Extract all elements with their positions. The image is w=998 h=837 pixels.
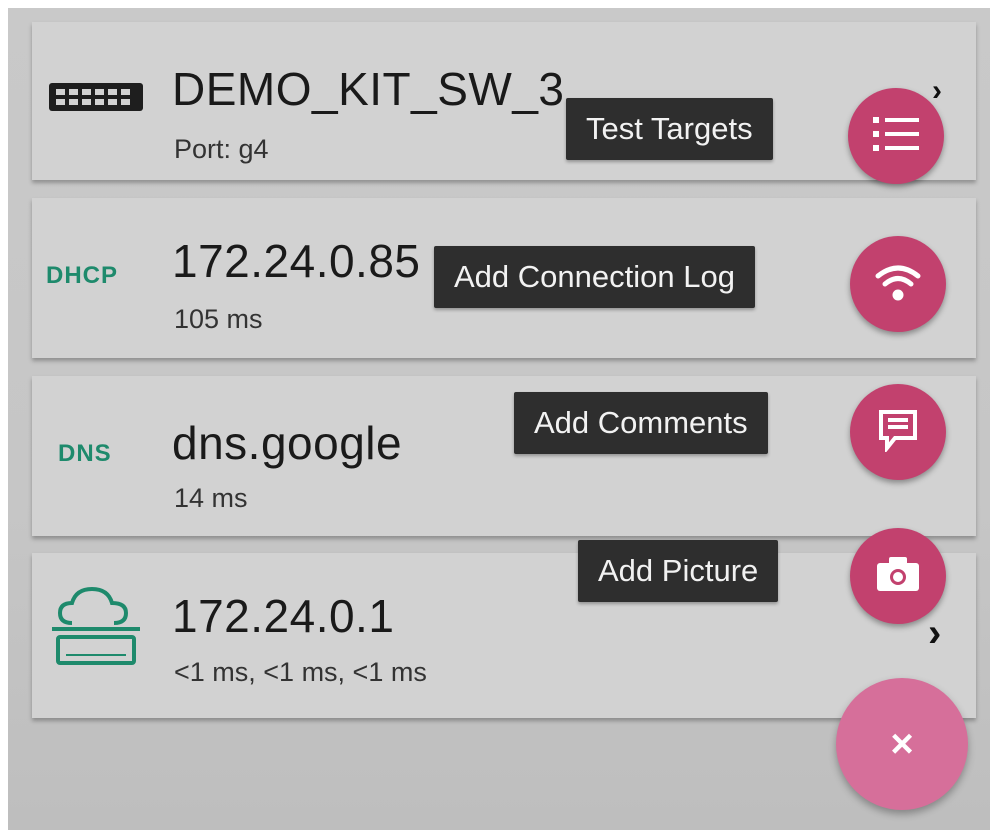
result-title: 172.24.0.1 bbox=[172, 590, 395, 642]
add-connection-log-button[interactable] bbox=[850, 236, 946, 332]
comment-icon bbox=[877, 408, 919, 457]
wifi-icon bbox=[874, 262, 922, 307]
network-switch-icon bbox=[48, 82, 144, 117]
close-speed-dial-button[interactable]: × bbox=[836, 678, 968, 810]
close-icon: × bbox=[890, 721, 914, 766]
screen: DEMO_KIT_SW_3 Port: g4 › DHCP 172.24.0.8… bbox=[8, 8, 990, 830]
result-subtitle: Port: g4 bbox=[174, 134, 269, 164]
result-card-gateway[interactable]: 172.24.0.1 <1 ms, <1 ms, <1 ms › bbox=[32, 553, 976, 718]
add-comments-button[interactable] bbox=[850, 384, 946, 480]
result-subtitle: 14 ms bbox=[174, 483, 248, 513]
chevron-right-icon: › bbox=[932, 74, 942, 107]
add-picture-button[interactable] bbox=[850, 528, 946, 624]
result-card-dns[interactable]: DNS dns.google 14 ms bbox=[32, 376, 976, 536]
test-targets-button[interactable] bbox=[848, 88, 944, 184]
result-card-switch[interactable]: DEMO_KIT_SW_3 Port: g4 › bbox=[32, 22, 976, 180]
chevron-right-icon: › bbox=[928, 611, 942, 655]
cloud-gateway-icon bbox=[50, 581, 142, 678]
result-title: 172.24.0.85 bbox=[172, 235, 421, 287]
camera-icon bbox=[875, 555, 921, 598]
result-title: DEMO_KIT_SW_3 bbox=[172, 63, 565, 115]
result-subtitle: <1 ms, <1 ms, <1 ms bbox=[174, 657, 427, 687]
tooltip-add-picture[interactable]: Add Picture bbox=[578, 540, 779, 602]
list-icon bbox=[873, 115, 919, 158]
result-subtitle: 105 ms bbox=[174, 304, 263, 334]
result-title: dns.google bbox=[172, 417, 403, 469]
tooltip-test-targets[interactable]: Test Targets bbox=[566, 98, 773, 160]
tooltip-add-connection-log[interactable]: Add Connection Log bbox=[434, 246, 755, 308]
tooltip-add-comments[interactable]: Add Comments bbox=[514, 392, 768, 454]
dhcp-tag: DHCP bbox=[46, 262, 119, 289]
dns-tag: DNS bbox=[58, 440, 112, 467]
